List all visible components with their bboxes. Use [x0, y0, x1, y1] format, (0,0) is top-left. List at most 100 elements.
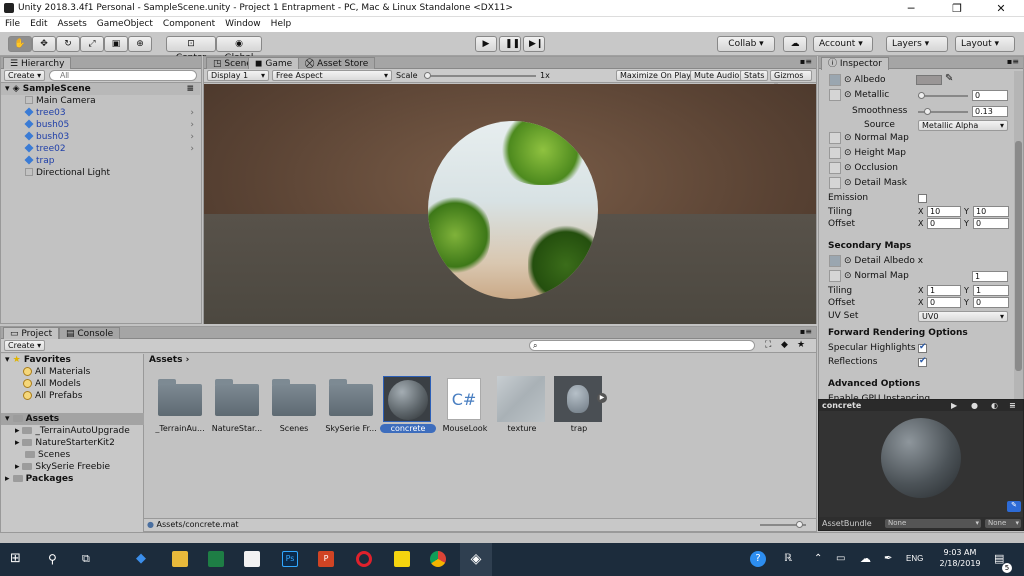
light-preview-icon[interactable]: ◐ — [991, 400, 998, 411]
move-tool-icon[interactable]: ✥ — [32, 36, 56, 52]
scene-row[interactable]: ▾ ◈ SampleScene ≡ — [1, 83, 200, 95]
menu-file[interactable]: File — [5, 17, 20, 32]
normal-map-slot[interactable] — [829, 132, 841, 144]
stats-toggle[interactable]: Stats — [740, 70, 769, 81]
hierarchy-item[interactable]: Directional Light — [1, 167, 200, 179]
packages-row[interactable]: ▸ Packages — [1, 473, 200, 485]
icon-size-slider[interactable] — [760, 521, 806, 528]
smoothness-slider-thumb[interactable] — [924, 108, 931, 115]
hierarchy-item[interactable]: trap — [1, 155, 200, 167]
metallic-value[interactable]: 0 — [972, 90, 1008, 101]
help-icon[interactable]: ? — [750, 551, 766, 567]
scale-slider-thumb[interactable] — [424, 72, 431, 79]
hand-tool-icon[interactable]: ✋ — [8, 36, 32, 52]
asset-folder[interactable]: ▸ NatureStarterKit2 — [1, 437, 200, 449]
file-explorer-icon[interactable] — [172, 551, 188, 567]
offset2-y-field[interactable]: 0 — [973, 297, 1009, 308]
pivot-center-button[interactable]: ⊡ Center — [166, 36, 216, 63]
metallic-slider[interactable] — [918, 92, 968, 99]
task-view-icon[interactable]: ⧉ — [82, 551, 98, 567]
offset-x-field[interactable]: 0 — [927, 218, 961, 229]
step-button[interactable]: ▶❙ — [523, 36, 545, 52]
tiling2-x-field[interactable]: 1 — [927, 285, 961, 296]
tiling-x-field[interactable]: 10 — [927, 206, 961, 217]
normal-scale-field[interactable]: 1 — [972, 271, 1008, 282]
menu-window[interactable]: Window — [225, 17, 261, 32]
source-dropdown[interactable]: Metallic Alpha ▾ — [918, 120, 1008, 131]
onedrive-icon[interactable]: ☁ — [860, 551, 876, 567]
chrome-icon[interactable] — [430, 551, 446, 567]
unity-taskbar-icon[interactable]: ◈ — [460, 543, 492, 576]
dropbox-icon[interactable]: ◆ — [136, 551, 152, 567]
maximize-icon[interactable]: ❐ — [934, 0, 980, 17]
expand-model-icon[interactable]: ▶ — [597, 393, 607, 403]
collab-button[interactable]: Collab ▾ — [717, 36, 775, 52]
pause-button[interactable]: ❚❚ — [499, 36, 521, 52]
assetbundle-dropdown[interactable]: None ▾ — [885, 519, 981, 528]
favorite-item[interactable]: All Materials — [1, 366, 200, 378]
albedo-texture-slot[interactable] — [829, 74, 841, 86]
assets-row[interactable]: ▾ Assets — [1, 413, 144, 425]
metallic-texture-slot[interactable] — [829, 89, 841, 101]
chevron-right-icon[interactable]: › — [190, 131, 194, 143]
hierarchy-item[interactable]: tree02 › — [1, 143, 200, 155]
gizmos-dropdown[interactable]: Gizmos ▾ — [770, 70, 812, 90]
document-icon[interactable] — [244, 551, 260, 567]
inspector-scroll-thumb[interactable] — [1015, 141, 1022, 371]
rect-tool-icon[interactable]: ▣ — [104, 36, 128, 52]
clock[interactable]: 9:03 AM 2/18/2019 — [932, 547, 988, 569]
hierarchy-item[interactable]: Main Camera — [1, 95, 200, 107]
detail-albedo-slot[interactable] — [829, 255, 841, 267]
play-preview-icon[interactable]: ▶ — [951, 400, 957, 411]
specular-checkbox[interactable] — [918, 342, 927, 353]
star-icon[interactable]: ★ — [797, 340, 805, 350]
maximize-on-play-toggle[interactable]: Maximize On Play — [616, 70, 696, 81]
rotate-tool-icon[interactable]: ↻ — [56, 36, 80, 52]
scale-tool-icon[interactable]: ⤢ — [80, 36, 104, 52]
mute-audio-toggle[interactable]: Mute Audio — [690, 70, 744, 81]
menu-assets[interactable]: Assets — [58, 17, 87, 32]
photoshop-icon[interactable]: Ps — [282, 551, 298, 567]
smoothness-slider[interactable] — [918, 108, 968, 115]
chevron-up-icon[interactable]: ⌃ — [814, 551, 830, 567]
uvset-dropdown[interactable]: UV0 ▾ — [918, 311, 1008, 322]
breadcrumb[interactable]: Assets › — [149, 355, 189, 365]
powerpoint-icon[interactable]: P — [318, 551, 334, 567]
eyedropper-icon[interactable]: ✎ — [945, 73, 953, 84]
occlusion-slot[interactable] — [829, 162, 841, 174]
close-icon[interactable]: ✕ — [978, 0, 1024, 17]
menu-gameobject[interactable]: GameObject — [97, 17, 153, 32]
tiling2-y-field[interactable]: 1 — [973, 285, 1009, 296]
opera-icon[interactable] — [356, 551, 372, 567]
sphere-preview-icon[interactable]: ● — [971, 400, 978, 411]
smoothness-value[interactable]: 0.13 — [972, 106, 1008, 117]
pivot-global-button[interactable]: ◉ Global — [216, 36, 262, 63]
chevron-right-icon[interactable]: › — [190, 143, 194, 155]
hierarchy-create-button[interactable]: Create ▾ — [4, 70, 46, 81]
height-map-slot[interactable] — [829, 147, 841, 159]
hierarchy-item[interactable]: tree03 › — [1, 107, 200, 119]
layers-dropdown[interactable]: Layers ▾ — [886, 36, 948, 52]
emission-checkbox[interactable] — [918, 194, 927, 203]
play-button[interactable]: ▶ — [475, 36, 497, 52]
hierarchy-item[interactable]: bush05 › — [1, 119, 200, 131]
detail-mask-slot[interactable] — [829, 177, 841, 189]
panel-menu-icon[interactable]: ▪≡ — [800, 57, 812, 66]
windows-start-icon[interactable]: ⊞ — [10, 551, 26, 567]
hierarchy-search-input[interactable] — [49, 70, 197, 81]
material-preview-sphere[interactable] — [881, 418, 961, 498]
hierarchy-item[interactable]: bush03 › — [1, 131, 200, 143]
minimize-icon[interactable]: ─ — [888, 0, 934, 17]
tiling-y-field[interactable]: 10 — [973, 206, 1009, 217]
cloud-icon[interactable]: ☁ — [783, 36, 807, 52]
search-icon[interactable]: ⚲ — [48, 551, 64, 567]
display-dropdown[interactable]: Display 1 ▾ — [207, 70, 269, 81]
menu-component[interactable]: Component — [163, 17, 215, 32]
asset-folder[interactable]: Scenes — [1, 449, 200, 461]
panel-menu-icon[interactable]: ≡ — [1009, 400, 1016, 411]
scale-slider[interactable] — [424, 72, 536, 79]
menu-edit[interactable]: Edit — [30, 17, 47, 32]
aspect-dropdown[interactable]: Free Aspect ▾ — [272, 70, 392, 81]
offset2-x-field[interactable]: 0 — [927, 297, 961, 308]
spreadsheet-icon[interactable] — [208, 551, 224, 567]
